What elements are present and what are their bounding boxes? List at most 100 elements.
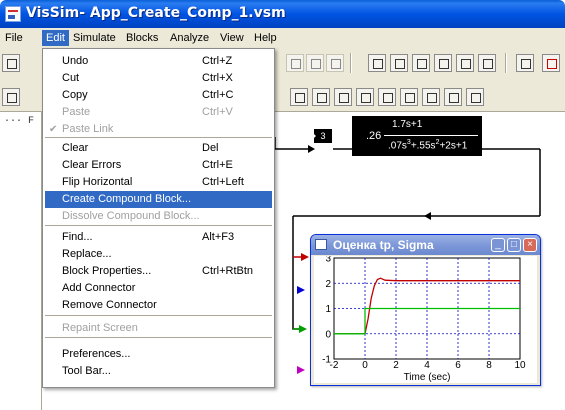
menu-blocks[interactable]: Blocks xyxy=(122,30,162,46)
menu-item-find[interactable]: Find... Alt+F3 xyxy=(45,229,272,246)
menu-item-label: Undo xyxy=(62,55,89,67)
menu-item-dissolve-compound-block: Dissolve Compound Block... xyxy=(45,208,272,225)
menu-item-shortcut: Ctrl+E xyxy=(202,159,233,171)
menu-item-create-compound-block[interactable]: Create Compound Block... xyxy=(45,191,272,208)
window-title: VisSim- App_Create_Comp_1.vsm xyxy=(26,5,286,21)
menu-item-label: Replace... xyxy=(62,248,112,260)
block-type-2-icon[interactable] xyxy=(390,54,408,72)
menu-item-tool-bar[interactable]: Tool Bar... xyxy=(45,363,272,380)
toolbar-separator xyxy=(505,53,507,73)
menu-item-shortcut: Ctrl+C xyxy=(202,89,234,101)
x-tick-label: 6 xyxy=(455,360,461,371)
menu-item-shortcut: Ctrl+V xyxy=(202,106,233,118)
menu-item-paste-link: ✔ Paste Link xyxy=(45,121,272,138)
menu-item-label: Tool Bar... xyxy=(62,365,111,377)
menu-item-label: Dissolve Compound Block... xyxy=(62,210,200,222)
toolbar-separator xyxy=(350,53,352,73)
menu-item-cut[interactable]: Cut Ctrl+X xyxy=(45,70,272,87)
menu-item-copy[interactable]: Copy Ctrl+C xyxy=(45,87,272,104)
diagram-tree-panel[interactable]: ··· F xyxy=(0,112,42,410)
y-tick-label: 1 xyxy=(325,304,331,315)
plot-title-bar[interactable]: Оценка tp, Sigma _ □ × xyxy=(311,235,540,255)
edit-menu-dropdown: Undo Ctrl+Z Cut Ctrl+X Copy Ctrl+C Paste Ctrl+V… xyxy=(42,48,275,388)
menu-separator xyxy=(45,137,272,139)
menu-item-block-properties[interactable]: Block Properties... Ctrl+RtBtn xyxy=(45,263,272,280)
tf-fraction-bar xyxy=(384,135,478,136)
title-bar: VisSim- App_Create_Comp_1.vsm xyxy=(0,0,565,28)
menu-item-repaint-screen: Repaint Screen xyxy=(45,320,272,337)
x-tick-label: 8 xyxy=(486,360,492,371)
menu-item-label: Add Connector xyxy=(62,282,136,294)
menu-item-clear[interactable]: Clear Del xyxy=(45,140,272,157)
block-tool-5-icon[interactable] xyxy=(378,88,396,106)
menu-bar: File Edit Simulate Blocks Analyze View H… xyxy=(0,28,565,48)
menu-item-remove-connector[interactable]: Remove Connector xyxy=(45,297,272,314)
plot-area: -2 0 2 4 6 8 10 -1 0 1 2 3 Time (sec) xyxy=(314,254,537,383)
block-type-4-icon[interactable] xyxy=(434,54,452,72)
y-tick-label: 2 xyxy=(325,279,331,290)
menu-help[interactable]: Help xyxy=(250,30,281,46)
x-tick-label: 10 xyxy=(514,360,526,371)
checkmark-icon: ✔ xyxy=(49,124,58,135)
menu-item-label: Clear xyxy=(62,142,89,154)
block-tool-3-icon[interactable] xyxy=(334,88,352,106)
menu-item-label: Preferences... xyxy=(62,348,131,360)
maximize-button[interactable]: □ xyxy=(507,238,521,252)
y-tick-label: -1 xyxy=(322,355,331,366)
tree-root-node[interactable]: ··· F xyxy=(4,116,34,127)
menu-item-label: Flip Horizontal xyxy=(62,176,133,188)
block-tool-9-icon[interactable] xyxy=(466,88,484,106)
menu-item-flip-horizontal[interactable]: Flip Horizontal Ctrl+Left xyxy=(45,174,272,191)
plot-window-icon xyxy=(315,239,327,250)
menu-item-label: Copy xyxy=(62,89,88,101)
x-tick-label: 2 xyxy=(393,360,399,371)
plot-window[interactable]: Оценка tp, Sigma _ □ × -2 0 2 4 6 8 10 -1 0 1 2 3 Ti… xyxy=(310,234,541,386)
menu-item-clear-errors[interactable]: Clear Errors Ctrl+E xyxy=(45,157,272,174)
menu-separator xyxy=(45,225,272,227)
block-tool-7-icon[interactable] xyxy=(422,88,440,106)
minimize-button[interactable]: _ xyxy=(491,238,505,252)
menu-item-label: Paste Link xyxy=(62,123,114,135)
menu-file[interactable]: File xyxy=(1,30,27,46)
block-tool-6-icon[interactable] xyxy=(400,88,418,106)
menu-item-label: Find... xyxy=(62,231,93,243)
plot-icon[interactable] xyxy=(516,54,534,72)
menu-item-undo[interactable]: Undo Ctrl+Z xyxy=(45,53,272,70)
y-tick-label: 0 xyxy=(325,329,331,340)
block-type-1-icon[interactable] xyxy=(368,54,386,72)
block-icon[interactable] xyxy=(2,88,20,106)
block-tool-4-icon[interactable] xyxy=(356,88,374,106)
menu-item-add-connector[interactable]: Add Connector xyxy=(45,280,272,297)
stop-icon[interactable] xyxy=(542,54,560,72)
tf-denominator: .07s3+.55s2+2s+1 xyxy=(388,139,468,152)
block-type-6-icon[interactable] xyxy=(478,54,496,72)
menu-item-label: Block Properties... xyxy=(62,265,152,277)
menu-edit[interactable]: Edit xyxy=(42,30,69,46)
menu-separator xyxy=(45,337,272,339)
block-type-5-icon[interactable] xyxy=(456,54,474,72)
tf-gain: .26 xyxy=(366,130,382,142)
transfer-function-block[interactable]: .26 1.7s+1 .07s3+.55s2+2s+1 xyxy=(352,116,482,156)
menu-item-replace[interactable]: Replace... xyxy=(45,246,272,263)
menu-item-shortcut: Del xyxy=(202,142,219,154)
menu-item-label: Paste xyxy=(62,106,91,118)
reset-icon[interactable] xyxy=(326,54,344,72)
close-button[interactable]: × xyxy=(523,238,537,252)
menu-item-paste: Paste Ctrl+V xyxy=(45,104,272,121)
plot-window-title: Оценка tp, Sigma xyxy=(333,238,434,252)
block-tool-2-icon[interactable] xyxy=(312,88,330,106)
menu-view[interactable]: View xyxy=(216,30,248,46)
menu-item-preferences[interactable]: Preferences... xyxy=(45,346,272,363)
pause-icon[interactable] xyxy=(286,54,304,72)
constant-block[interactable]: 3 xyxy=(312,129,332,143)
block-tool-1-icon[interactable] xyxy=(290,88,308,106)
menu-item-shortcut: Ctrl+RtBtn xyxy=(202,265,254,277)
menu-analyze[interactable]: Analyze xyxy=(166,30,213,46)
block-type-3-icon[interactable] xyxy=(412,54,430,72)
block-tool-8-icon[interactable] xyxy=(444,88,462,106)
new-file-icon[interactable] xyxy=(2,54,20,72)
menu-simulate[interactable]: Simulate xyxy=(69,30,120,46)
step-icon[interactable] xyxy=(306,54,324,72)
menu-item-shortcut: Ctrl+Z xyxy=(202,55,233,67)
app-icon[interactable] xyxy=(5,6,21,22)
